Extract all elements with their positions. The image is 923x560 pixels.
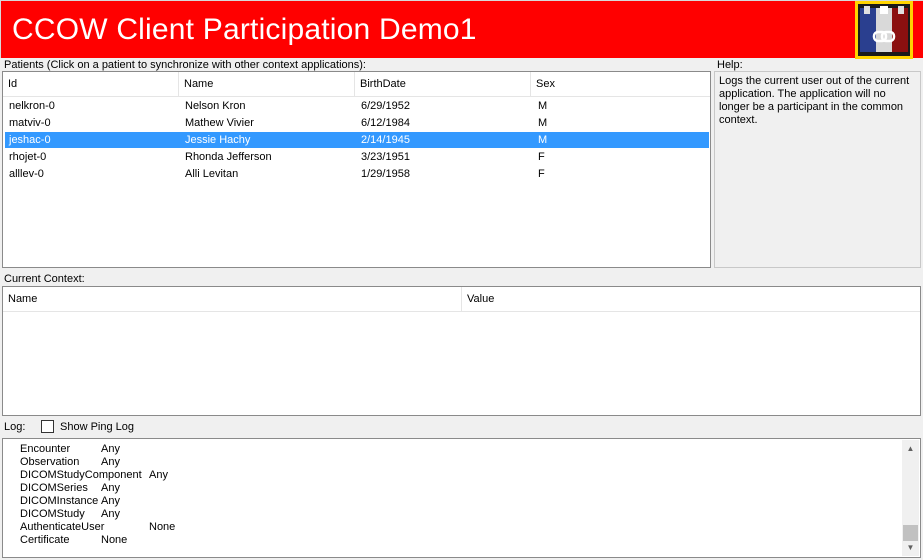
scroll-down-arrow-icon[interactable]: ▼: [902, 539, 919, 556]
col-header-id[interactable]: Id: [3, 72, 179, 96]
log-key: DICOMStudy: [20, 508, 85, 520]
cell-birthdate: 6/12/1984: [361, 117, 410, 129]
log-key: DICOMStudyComponent: [20, 469, 142, 481]
log-value: Any: [101, 456, 120, 468]
cell-id: jeshac-0: [9, 134, 51, 146]
context-list[interactable]: Name Value: [2, 286, 921, 416]
log-key: AuthenticateUser: [20, 521, 105, 533]
col-header-context-value[interactable]: Value: [462, 287, 920, 311]
log-key: Observation: [20, 456, 80, 468]
help-text: Logs the current user out of the current…: [714, 71, 921, 268]
table-row[interactable]: rhojet-0 Rhonda Jefferson 3/23/1951 F: [5, 149, 709, 165]
cell-id: rhojet-0: [9, 151, 47, 163]
patients-list[interactable]: Id Name BirthDate Sex nelkron-0 Nelson K…: [2, 71, 711, 268]
col-header-context-name[interactable]: Name: [3, 287, 462, 311]
context-label: Current Context:: [4, 273, 85, 285]
log-key: DICOMSeries: [20, 482, 88, 494]
show-ping-log-label[interactable]: Show Ping Log: [60, 421, 134, 433]
patients-label: Patients (Click on a patient to synchron…: [4, 59, 366, 71]
log-label: Log:: [4, 421, 26, 433]
context-header: Name Value: [3, 287, 920, 312]
log-textarea[interactable]: Encounter Any Observation Any DICOMStudy…: [2, 438, 921, 558]
cell-birthdate: 2/14/1945: [361, 134, 410, 146]
col-header-sex[interactable]: Sex: [531, 72, 710, 96]
help-label: Help:: [717, 59, 743, 71]
log-value: Any: [101, 508, 120, 520]
show-ping-log-checkbox[interactable]: [41, 420, 54, 433]
cell-id: matviv-0: [9, 117, 51, 129]
table-row[interactable]: nelkron-0 Nelson Kron 6/29/1952 M: [5, 98, 709, 114]
log-value: Any: [149, 469, 168, 481]
cell-sex: M: [538, 117, 548, 129]
cell-name: Nelson Kron: [185, 100, 246, 112]
patients-header: Id Name BirthDate Sex: [3, 72, 710, 97]
log-key: Certificate: [20, 534, 70, 546]
cell-name: Mathew Vivier: [185, 117, 254, 129]
log-value: None: [101, 534, 128, 546]
col-header-name[interactable]: Name: [179, 72, 355, 96]
log-value: None: [149, 521, 176, 533]
cell-id: alllev-0: [9, 168, 44, 180]
cell-name: Alli Levitan: [185, 168, 239, 180]
app-title: CCOW Client Participation Demo1: [12, 13, 477, 46]
app-banner: CCOW Client Participation Demo1: [0, 0, 923, 58]
cell-sex: F: [538, 168, 545, 180]
cell-id: nelkron-0: [9, 100, 55, 112]
col-header-birthdate[interactable]: BirthDate: [355, 72, 531, 96]
log-value: Any: [101, 482, 120, 494]
cell-sex: M: [538, 100, 548, 112]
cell-name: Jessie Hachy: [185, 134, 251, 146]
table-row[interactable]: jeshac-0 Jessie Hachy 2/14/1945 M: [5, 132, 709, 148]
log-value: Any: [101, 495, 120, 507]
chain-link-logo-icon: [855, 1, 913, 59]
scroll-up-arrow-icon[interactable]: ▲: [902, 440, 919, 457]
log-value: Any: [101, 443, 120, 455]
log-key: Encounter: [20, 443, 71, 455]
cell-sex: M: [538, 134, 548, 146]
cell-birthdate: 6/29/1952: [361, 100, 410, 112]
cell-sex: F: [538, 151, 545, 163]
log-scrollbar[interactable]: ▲ ▼: [902, 440, 919, 556]
table-row[interactable]: alllev-0 Alli Levitan 1/29/1958 F: [5, 166, 709, 182]
cell-name: Rhonda Jefferson: [185, 151, 272, 163]
table-row[interactable]: matviv-0 Mathew Vivier 6/12/1984 M: [5, 115, 709, 131]
cell-birthdate: 3/23/1951: [361, 151, 410, 163]
cell-birthdate: 1/29/1958: [361, 168, 410, 180]
log-key: DICOMInstance: [20, 495, 99, 507]
